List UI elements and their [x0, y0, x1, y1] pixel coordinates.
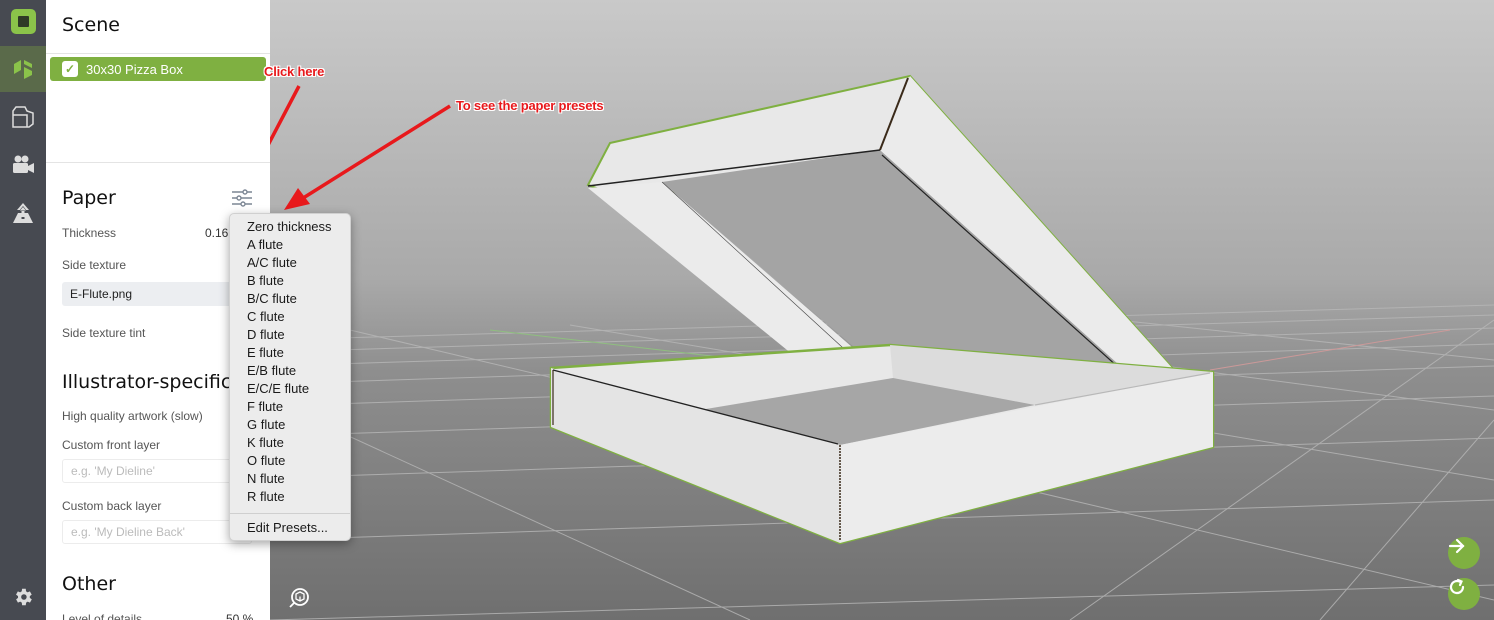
illustrator-title: Illustrator-specific	[62, 371, 232, 393]
cube-view-icon	[289, 588, 309, 608]
level-of-details-value[interactable]: 50 %	[226, 612, 253, 620]
app-logo[interactable]	[0, 0, 46, 42]
menu-item-preset[interactable]: N flute	[230, 470, 350, 488]
level-of-details-label: Level of details	[62, 612, 143, 620]
menu-separator	[230, 513, 350, 514]
rail-item-scene[interactable]	[0, 46, 46, 92]
3d-viewport[interactable]	[270, 0, 1494, 620]
pizza-box-model	[549, 74, 1215, 545]
menu-item-preset[interactable]: E/C/E flute	[230, 380, 350, 398]
menu-item-edit-presets[interactable]: Edit Presets...	[230, 519, 350, 537]
rail-item-camera[interactable]	[0, 142, 46, 188]
side-texture-field[interactable]: E-Flute.png	[62, 282, 252, 306]
paper-title: Paper	[62, 187, 116, 209]
thickness-value[interactable]: 0.16	[205, 226, 228, 240]
paper-presets-menu: Zero thickness A flute A/C flute B flute B/C…	[229, 213, 351, 541]
back-layer-input[interactable]: e.g. 'My Dieline Back'	[62, 520, 252, 544]
side-texture-label: Side texture	[62, 258, 127, 272]
scene-icon	[14, 60, 32, 79]
annotation-see-presets: To see the paper presets	[456, 98, 604, 113]
paper-presets-button[interactable]	[230, 186, 254, 210]
menu-item-preset[interactable]: A flute	[230, 236, 350, 254]
app-logo-icon	[10, 8, 36, 34]
rail-item-export[interactable]	[0, 190, 46, 236]
export-icon	[13, 203, 33, 223]
high-quality-label: High quality artwork (slow)	[62, 409, 203, 423]
menu-item-preset[interactable]: F flute	[230, 398, 350, 416]
refresh-icon	[1449, 578, 1465, 595]
menu-item-preset[interactable]: K flute	[230, 434, 350, 452]
camera-icon	[13, 155, 34, 173]
menu-item-preset[interactable]: D flute	[230, 326, 350, 344]
dieline-icon	[12, 106, 34, 128]
checkbox-checked-icon[interactable]: ✓	[62, 61, 78, 77]
gear-icon	[16, 588, 32, 606]
view-cube-button[interactable]	[288, 587, 310, 609]
back-layer-label: Custom back layer	[62, 499, 162, 513]
side-texture-tint-label: Side texture tint	[62, 326, 146, 340]
scene-item-label: 30x30 Pizza Box	[86, 61, 183, 77]
rail-item-settings[interactable]	[0, 574, 46, 620]
menu-item-preset[interactable]: E/B flute	[230, 362, 350, 380]
menu-item-preset[interactable]: O flute	[230, 452, 350, 470]
annotation-arrows	[270, 85, 451, 210]
next-button[interactable]	[1448, 537, 1480, 569]
menu-item-preset[interactable]: Zero thickness	[230, 218, 350, 236]
menu-item-preset[interactable]: C flute	[230, 308, 350, 326]
arrow-right-icon	[1448, 538, 1465, 554]
other-title: Other	[62, 573, 116, 595]
rail-item-dieline[interactable]	[0, 94, 46, 140]
front-layer-label: Custom front layer	[62, 438, 161, 452]
annotation-click-here: Click here	[264, 64, 325, 79]
menu-item-preset[interactable]: B flute	[230, 272, 350, 290]
thickness-label: Thickness	[62, 226, 117, 240]
scene-render	[270, 74, 1494, 620]
menu-item-preset[interactable]: E flute	[230, 344, 350, 362]
menu-item-preset[interactable]: G flute	[230, 416, 350, 434]
icon-rail	[0, 0, 46, 620]
reset-button[interactable]	[1448, 578, 1480, 610]
front-layer-input[interactable]: e.g. 'My Dieline'	[62, 459, 252, 483]
scene-title: Scene	[62, 14, 120, 36]
menu-item-preset[interactable]: B/C flute	[230, 290, 350, 308]
menu-item-preset[interactable]: R flute	[230, 488, 350, 506]
menu-item-preset[interactable]: A/C flute	[230, 254, 350, 272]
scene-item[interactable]: ✓ 30x30 Pizza Box	[50, 57, 266, 81]
divider	[46, 162, 270, 163]
divider	[46, 53, 270, 54]
sliders-icon	[232, 189, 252, 207]
